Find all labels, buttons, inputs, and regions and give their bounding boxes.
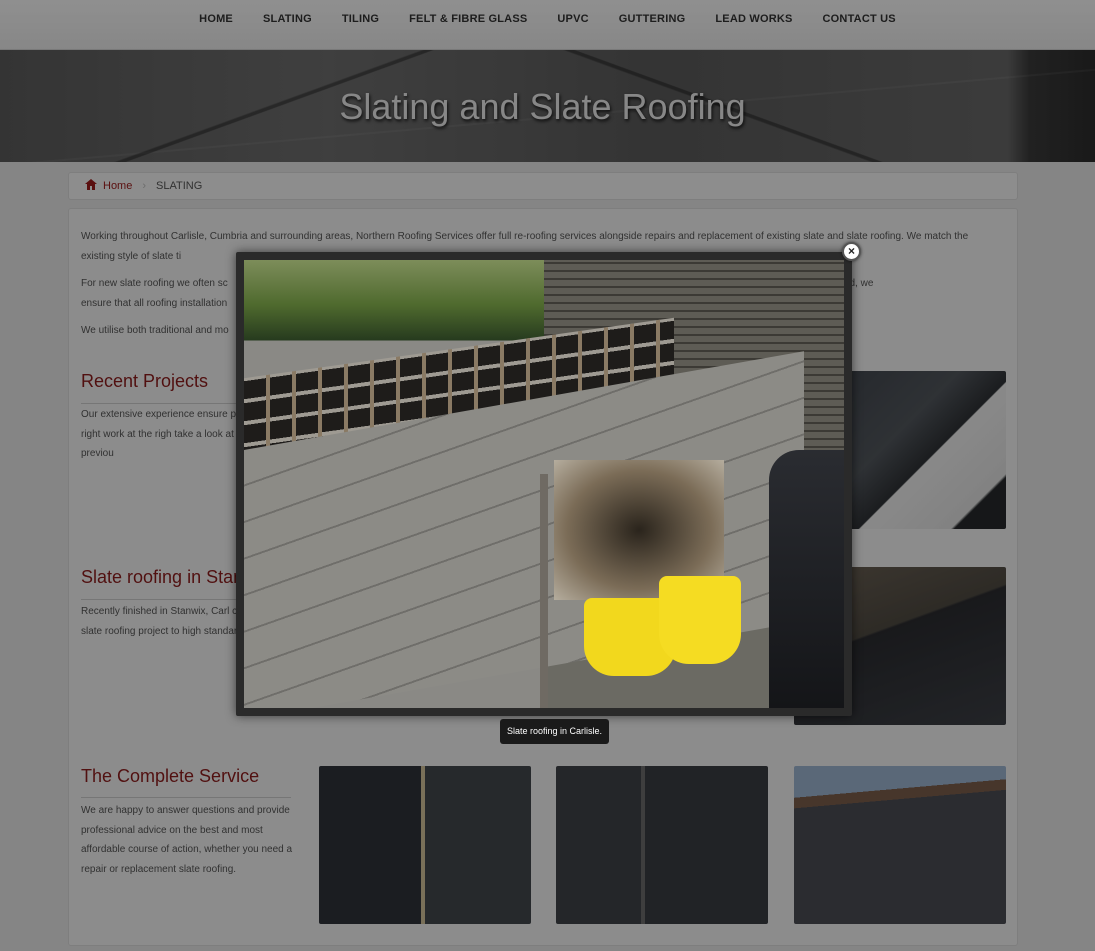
- close-icon[interactable]: ×: [842, 242, 861, 261]
- lightbox: [236, 252, 852, 716]
- yellow-bucket: [659, 576, 741, 664]
- lightbox-caption: Slate roofing in Carlisle.: [500, 719, 610, 744]
- lightbox-image[interactable]: [244, 260, 844, 708]
- scaffold-pole: [540, 474, 548, 708]
- worker: [769, 450, 844, 708]
